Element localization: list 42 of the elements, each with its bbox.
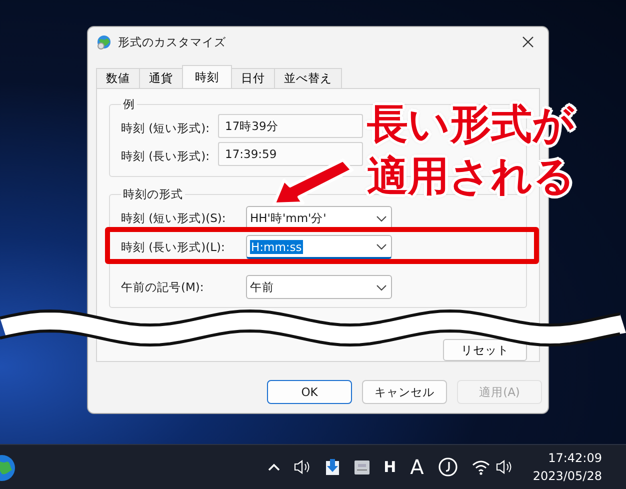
tab[interactable]: 時刻 [182,65,232,88]
format-dropdown[interactable]: 午前 [246,275,392,299]
field-label: 午前の記号(M): [121,280,205,294]
speaker-icon [294,459,311,475]
window-title: 形式のカスタマイズ [118,34,227,50]
sample-field: 17時39分 [218,114,363,138]
chevron-down-icon [376,214,387,222]
input-mode-button[interactable]: H [384,458,396,476]
speaker-icon [496,459,513,475]
close-icon [522,36,534,48]
clock-button[interactable] [438,457,458,477]
clock-icon [438,457,458,477]
reset-button[interactable]: リセット [443,339,527,361]
clock-date: 2023/05/28 [532,468,602,485]
clock-time: 17:42:09 [548,450,602,467]
sample-field: 17:39:59 [218,142,363,166]
input-mode-button[interactable]: A [410,455,424,479]
group-title: 例 [122,97,136,112]
field-label: 時刻 (長い形式): [121,148,211,164]
keyboard-icon [354,460,370,474]
chevron-up-icon [268,462,280,472]
group-title: 時刻の形式 [122,187,184,202]
speaker-button[interactable] [294,459,311,475]
tab[interactable]: 数値 [96,68,140,88]
field-label: 時刻 (短い形式): [121,120,211,136]
format-dropdown[interactable]: H:mm:ss [246,235,392,259]
chevron-up-button[interactable] [268,462,280,472]
keyboard-button[interactable] [354,460,370,474]
download-button[interactable] [324,458,340,476]
taskbar-clock[interactable]: 17:42:09 2023/05/28 [526,448,608,486]
wifi-icon [472,459,490,475]
speaker-button[interactable] [496,459,513,475]
field-label: 時刻 (短い形式)(S): [121,210,227,226]
field-label: 時刻 (長い形式)(L): [121,240,226,254]
wifi-button[interactable] [472,459,490,475]
tab[interactable]: 並べ替え [274,68,342,88]
dialog-button[interactable]: OK [267,380,352,404]
chevron-down-icon [376,284,387,290]
chevron-down-icon [376,243,387,250]
dialog-button[interactable]: キャンセル [362,380,447,404]
download-icon [324,458,340,476]
globe-icon [96,34,112,50]
